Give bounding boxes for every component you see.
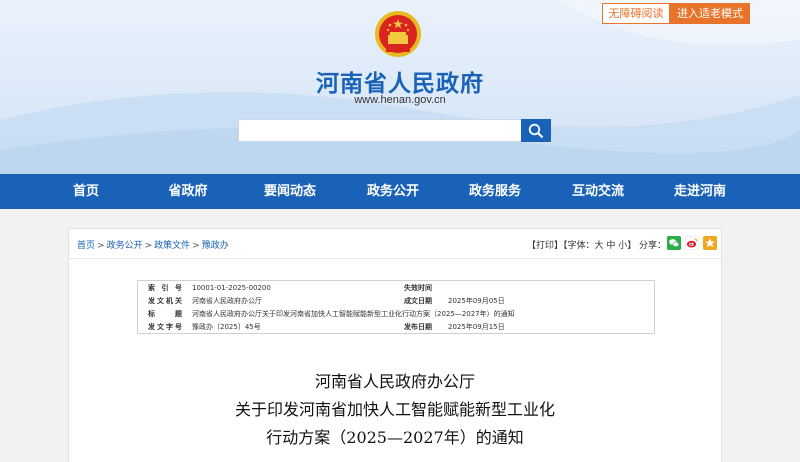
breadcrumb-current[interactable]: 豫政办 (202, 241, 229, 251)
meta-row: 发文字号 豫政办〔2025〕45号 发布日期 2025年09月15日 (148, 323, 505, 331)
document-metadata-table: 索引号 10001-01-2025-00200 失效时间 发文机关 河南省人民政… (137, 280, 655, 334)
meta-row: 发文机关 河南省人民政府办公厅 成文日期 2025年09月05日 (148, 297, 505, 305)
nav-item-gov-affairs[interactable]: 政务公开 (348, 174, 438, 209)
nav-item-home[interactable]: 首页 (41, 174, 131, 209)
font-size-switcher[interactable]: 【字体：大 中 小】 (563, 241, 636, 251)
main-nav: 首页 省政府 要闻动态 政务公开 政务服务 互动交流 走进河南 (0, 174, 800, 209)
site-header: 无障碍阅读 进入适老模式 河南省人民政府 www.henan.gov.cn (0, 0, 800, 174)
barrier-free-button[interactable]: 无障碍阅读 (602, 3, 670, 24)
wechat-share-icon[interactable] (667, 236, 681, 250)
site-url[interactable]: www.henan.gov.cn (0, 94, 800, 106)
document-title-line-1: 河南省人民政府办公厅 (314, 372, 475, 391)
toolbar-bar: 首页 > 政务公开 > 政策文件 > 豫政办 【打印】【字体：大 中 小】 分享： (69, 229, 721, 259)
meta-row: 标题 河南省人民政府办公厅关于印发河南省加快人工智能赋能新型工业化行动方案（20… (148, 310, 515, 318)
article-panel: 首页 > 政务公开 > 政策文件 > 豫政办 【打印】【字体：大 中 小】 分享： 索引号 … (68, 228, 722, 462)
nav-item-gov-services[interactable]: 政务服务 (450, 174, 540, 209)
share-label: 分享： (639, 241, 667, 251)
document-title-line-3: 行动方案（2025—2027年）的通知 (266, 428, 524, 447)
page-tools: 【打印】【字体：大 中 小】 (527, 238, 636, 251)
meta-row: 索引号 10001-01-2025-00200 失效时间 (148, 284, 432, 292)
print-button[interactable]: 【打印】 (527, 241, 563, 251)
weibo-share-icon[interactable] (685, 236, 699, 250)
favorite-star-icon[interactable] (703, 236, 717, 250)
breadcrumb-gov-affairs[interactable]: 政务公开 (107, 241, 143, 251)
breadcrumb-home[interactable]: 首页 (77, 241, 95, 251)
search-button[interactable] (521, 119, 551, 142)
nav-item-provincial-gov[interactable]: 省政府 (143, 174, 233, 209)
breadcrumb-policy-docs[interactable]: 政策文件 (154, 241, 190, 251)
breadcrumb: 首页 > 政务公开 > 政策文件 > 豫政办 (77, 241, 229, 251)
elder-mode-button[interactable]: 进入适老模式 (670, 3, 750, 24)
search-icon (528, 123, 544, 139)
nav-item-news[interactable]: 要闻动态 (245, 174, 335, 209)
search-input[interactable] (238, 119, 522, 142)
document-title-line-2: 关于印发河南省加快人工智能赋能新型工业化 (234, 400, 555, 419)
nav-item-about-henan[interactable]: 走进河南 (655, 174, 745, 209)
site-title: 河南省人民政府 (316, 71, 484, 97)
nav-item-interaction[interactable]: 互动交流 (553, 174, 643, 209)
national-emblem-icon (375, 11, 421, 57)
